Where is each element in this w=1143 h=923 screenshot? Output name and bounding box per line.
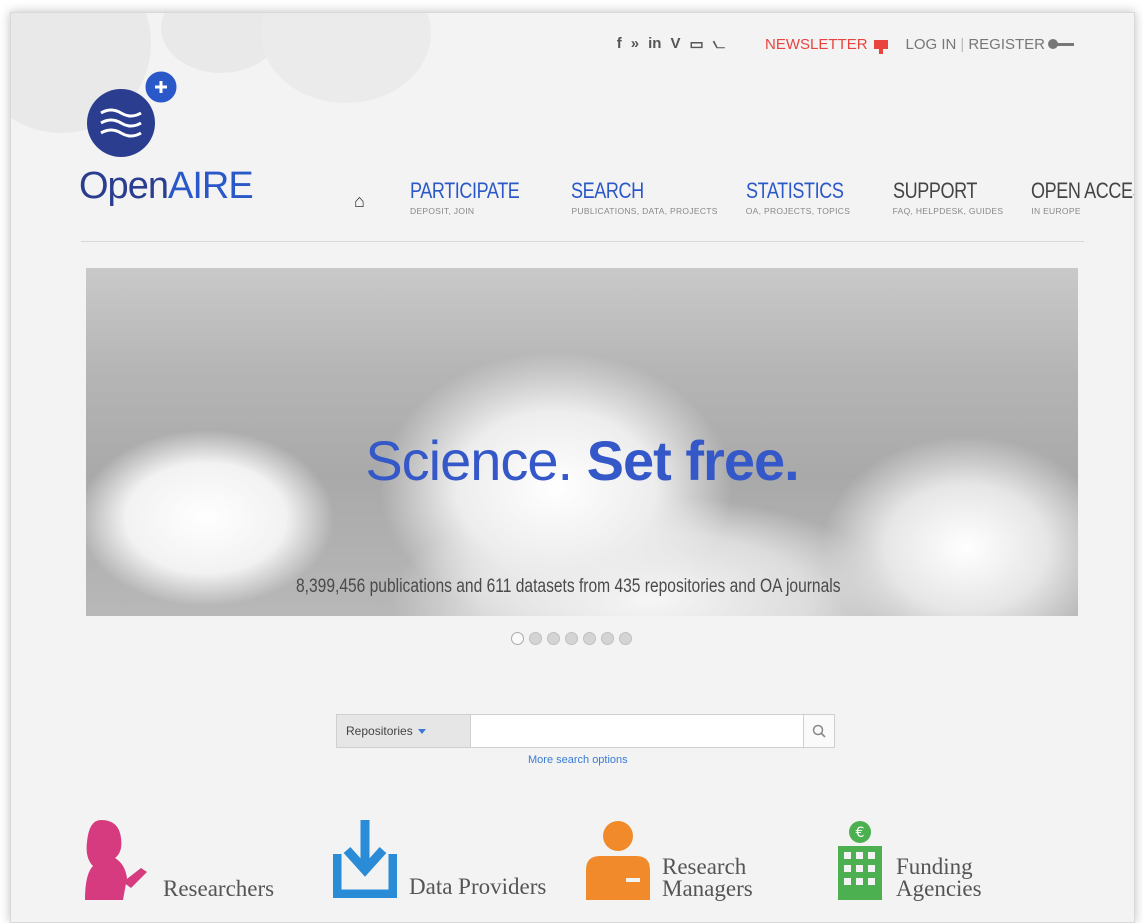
nav-sublabel: OA, PROJECTS, TOPICS xyxy=(745,206,851,216)
logo-text-open: Open xyxy=(79,165,169,207)
more-search-options-link[interactable]: More search options xyxy=(528,754,628,766)
svg-text:€: € xyxy=(856,825,865,841)
search-scope-value: Repositories xyxy=(346,724,413,738)
search-button[interactable] xyxy=(803,715,834,747)
twitter-icon[interactable]: » xyxy=(631,35,639,53)
audience-label: Funding xyxy=(896,854,973,879)
building-euro-icon: € xyxy=(838,821,882,900)
audience-research-managers[interactable]: Research Managers xyxy=(586,820,753,900)
search-input[interactable] xyxy=(471,715,803,747)
login-link[interactable]: LOG IN xyxy=(906,36,957,53)
logo-mark-icon xyxy=(87,68,180,157)
slider-dot[interactable] xyxy=(547,632,560,645)
slider-dot[interactable] xyxy=(619,632,632,645)
audience-label: Agencies xyxy=(896,876,982,901)
nav-label: SUPPORT xyxy=(892,178,977,203)
nav-item-open-access[interactable]: OPEN ACCESS IN EUROPE xyxy=(1031,178,1134,217)
nav-label: SEARCH xyxy=(571,178,645,203)
hero-stats: 8,399,456 publications and 611 datasets … xyxy=(296,576,841,597)
nav-sublabel: DEPOSIT, JOIN xyxy=(410,206,475,216)
facebook-icon[interactable]: f xyxy=(617,35,622,53)
nav-item-statistics[interactable]: STATISTICS OA, PROJECTS, TOPICS xyxy=(745,178,865,217)
slider-dot[interactable] xyxy=(565,632,578,645)
youtube-icon[interactable]: ▭ xyxy=(689,35,703,53)
audience-label-group: Research Managers xyxy=(662,854,753,901)
nav-sublabel: PUBLICATIONS, DATA, PROJECTS xyxy=(571,206,718,216)
home-icon[interactable]: ⌂ xyxy=(354,191,374,212)
manager-icon xyxy=(586,821,650,900)
logo-text-aire: AIRE xyxy=(167,165,254,207)
audience-label: Research xyxy=(662,854,747,879)
register-link[interactable]: REGISTER xyxy=(968,36,1045,53)
vimeo-icon[interactable]: V xyxy=(670,35,680,53)
audience-funding-agencies[interactable]: € Funding Agencies xyxy=(836,820,982,900)
rss-icon[interactable]: ⦦ xyxy=(713,35,725,53)
download-icon xyxy=(333,820,397,898)
newsletter-link[interactable]: NEWSLETTER xyxy=(765,35,888,54)
openaire-logo[interactable]: OpenAIRE xyxy=(79,65,254,207)
researcher-icon xyxy=(85,820,147,900)
nav-sublabel: IN EUROPE xyxy=(1031,206,1081,216)
logo-wordmark: OpenAIRE xyxy=(79,165,254,208)
nav-label: OPEN ACCESS xyxy=(1031,178,1134,203)
nav-item-participate[interactable]: PARTICIPATE DEPOSIT, JOIN xyxy=(410,178,543,217)
slider-dot[interactable] xyxy=(529,632,542,645)
nav-sublabel: FAQ, HELPDESK, GUIDES xyxy=(892,206,1004,216)
slider-dot[interactable] xyxy=(511,632,524,645)
search-icon xyxy=(812,724,826,738)
background-shape xyxy=(261,13,431,103)
hero-headline-light: Science. xyxy=(365,429,587,492)
nav-item-support[interactable]: SUPPORT FAQ, HELPDESK, GUIDES xyxy=(892,178,1004,217)
audience-label: Researchers xyxy=(163,876,275,901)
slider-dots xyxy=(511,632,632,645)
key-icon xyxy=(1048,39,1074,49)
hero-slider: Science. Set free. 8,399,456 publication… xyxy=(86,268,1078,616)
nav-label: PARTICIPATE xyxy=(410,178,520,203)
hero-headline: Science. Set free. xyxy=(86,428,1078,493)
social-links: f » in V ▭ ⦦ xyxy=(617,35,725,53)
separator: | xyxy=(960,35,965,53)
search-scope-dropdown[interactable]: Repositories xyxy=(337,715,471,747)
top-bar: f » in V ▭ ⦦ NEWSLETTER LOG IN | REGISTE… xyxy=(617,35,1074,54)
chevron-down-icon xyxy=(417,728,426,734)
hero-headline-bold: Set free. xyxy=(586,429,800,492)
linkedin-icon[interactable]: in xyxy=(648,35,661,53)
speech-bubble-icon xyxy=(873,39,888,54)
main-navigation: ⌂ PARTICIPATE DEPOSIT, JOIN SEARCH PUBLI… xyxy=(354,178,1134,217)
nav-item-search[interactable]: SEARCH PUBLICATIONS, DATA, PROJECTS xyxy=(571,178,718,217)
browser-frame: f » in V ▭ ⦦ NEWSLETTER LOG IN | REGISTE… xyxy=(10,12,1135,923)
audience-label: Managers xyxy=(662,876,753,901)
audience-data-providers[interactable]: Data Providers xyxy=(333,820,546,898)
nav-divider xyxy=(81,241,1084,242)
slider-dot[interactable] xyxy=(583,632,596,645)
audience-label: Data Providers xyxy=(409,874,547,899)
search-bar: Repositories xyxy=(336,714,835,748)
audience-label-group: Funding Agencies xyxy=(896,854,982,901)
audience-researchers[interactable]: Researchers xyxy=(81,820,274,900)
newsletter-label: NEWSLETTER xyxy=(765,35,868,53)
slider-dot[interactable] xyxy=(601,632,614,645)
nav-label: STATISTICS xyxy=(745,178,844,203)
